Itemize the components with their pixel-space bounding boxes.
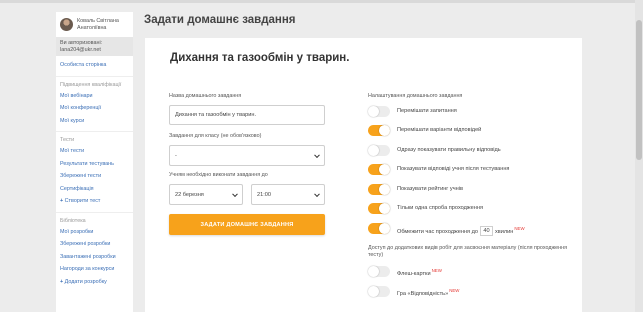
page-title: Задати домашнє завдання — [144, 14, 296, 26]
sidebar-item-my-materials[interactable]: Мої розробки — [56, 226, 133, 239]
toggle-flashcards[interactable] — [368, 266, 390, 277]
profile: Коваль Світлана Анатоліївна — [56, 12, 133, 35]
toggle-knob — [379, 125, 390, 136]
extra-activities-note: Доступ до додаткових видів робіт для зас… — [368, 245, 567, 258]
class-label: Завдання для класу (не обов'язково) — [169, 133, 262, 139]
sidebar-item-certification[interactable]: Сертифікація — [56, 183, 133, 196]
date-select[interactable]: 22 березня — [169, 184, 243, 205]
game-row: Гра «Відповідність»NEW — [397, 288, 459, 297]
limit-time-prefix: Обмежити час проходження до — [397, 228, 478, 235]
sidebar-item-saved-materials[interactable]: Збережені розробки — [56, 238, 133, 251]
class-select-value: - — [175, 152, 177, 159]
sidebar-item-courses[interactable]: Мої курси — [56, 115, 133, 128]
toggle-show-rating[interactable] — [368, 184, 390, 195]
toggle-knob — [368, 145, 379, 156]
shuffle-answers-label: Перемішати варіанти відповідей — [397, 127, 482, 133]
sidebar-item-add-material[interactable]: Додати розробку — [56, 276, 133, 289]
avatar[interactable] — [60, 18, 73, 31]
flashcards-label: Флеш-картки — [397, 270, 431, 277]
chevron-down-icon — [232, 190, 238, 197]
sidebar-item-create-test[interactable]: Створити тест — [56, 195, 133, 208]
toggle-knob — [379, 203, 390, 214]
new-badge: NEW — [431, 268, 442, 273]
auth-box: Ви авторизовані: lana204@ukr.net — [56, 37, 133, 56]
chevron-down-icon — [314, 190, 320, 197]
settings-title: Налаштування домашнього завдання — [368, 93, 463, 99]
time-select[interactable]: 21:00 — [251, 184, 325, 205]
toggle-limit-time[interactable] — [368, 223, 390, 234]
toggle-one-attempt[interactable] — [368, 203, 390, 214]
toggle-show-answers-after[interactable] — [368, 164, 390, 175]
sidebar-item-conferences[interactable]: Мої конференції — [56, 102, 133, 115]
toggle-knob — [379, 223, 390, 234]
name-label: Назва домашнього завдання — [169, 93, 242, 99]
homework-name-value: Дихання та газообмін у тварин. — [175, 112, 256, 118]
sidebar-item-downloaded-materials[interactable]: Завантажені розробки — [56, 251, 133, 264]
one-attempt-label: Тільки одна спроба проходження — [397, 205, 483, 211]
flashcards-row: Флеш-карткиNEW — [397, 268, 442, 277]
toggle-knob — [379, 184, 390, 195]
deadline-label: Учням необхідно виконати завдання до — [169, 172, 268, 178]
sidebar-section-tests: Тести — [56, 131, 133, 145]
shuffle-questions-label: Перемішати запитання — [397, 108, 457, 114]
card-title: Дихання та газообмін у тварин. — [170, 52, 350, 64]
sidebar-item-my-tests[interactable]: Мої тести — [56, 145, 133, 158]
class-select[interactable]: - — [169, 145, 325, 166]
toggle-knob — [368, 266, 379, 277]
sidebar-item-contest-awards[interactable]: Нагороди за конкурси — [56, 263, 133, 276]
top-bar — [0, 0, 643, 3]
homework-name-input[interactable]: Дихання та газообмін у тварин. — [169, 105, 325, 125]
toggle-shuffle-questions[interactable] — [368, 106, 390, 117]
submit-homework-button[interactable]: ЗАДАТИ ДОМАШНЄ ЗАВДАННЯ — [169, 214, 325, 235]
sidebar-section-qualification: Підвищення кваліфікації — [56, 75, 133, 90]
sidebar-item-saved-tests[interactable]: Збережені тести — [56, 170, 133, 183]
time-select-value: 21:00 — [257, 191, 271, 198]
new-badge: NEW — [514, 226, 525, 231]
sidebar: Коваль Світлана Анатоліївна Ви авторизов… — [56, 12, 133, 312]
toggle-knob — [368, 286, 379, 297]
limit-time-row: Обмежити час проходження до 40 хвилинNEW — [397, 223, 525, 238]
toggle-knob — [379, 164, 390, 175]
show-rating-label: Показувати рейтинг учнів — [397, 186, 463, 192]
show-answers-after-label: Показувати відповіді учня після тестуван… — [397, 166, 510, 172]
toggle-game[interactable] — [368, 286, 390, 297]
toggle-shuffle-answers[interactable] — [368, 125, 390, 136]
sidebar-section-library: Бібліотека — [56, 211, 133, 226]
homework-card: Дихання та газообмін у тварин. Назва дом… — [145, 38, 582, 312]
toggle-show-correct-now[interactable] — [368, 145, 390, 156]
new-badge: NEW — [449, 288, 460, 293]
sidebar-item-personal-page[interactable]: Особиста сторінка — [56, 59, 133, 72]
limit-time-suffix: хвилин — [494, 228, 514, 235]
scrollbar[interactable] — [635, 0, 643, 312]
toggle-knob — [368, 106, 379, 117]
auth-email: lana204@ukr.net — [60, 46, 101, 53]
sidebar-item-test-results[interactable]: Результати тестувань — [56, 158, 133, 171]
user-name[interactable]: Коваль Світлана Анатоліївна — [77, 18, 129, 31]
scrollbar-thumb[interactable] — [636, 20, 642, 160]
show-correct-now-label: Одразу показувати правильну відповідь — [397, 147, 501, 153]
game-label: Гра «Відповідність» — [397, 290, 449, 297]
chevron-down-icon — [314, 151, 320, 158]
date-select-value: 22 березня — [175, 191, 204, 198]
limit-time-input[interactable]: 40 — [479, 226, 493, 237]
sidebar-item-webinars[interactable]: Мої вебінари — [56, 90, 133, 103]
